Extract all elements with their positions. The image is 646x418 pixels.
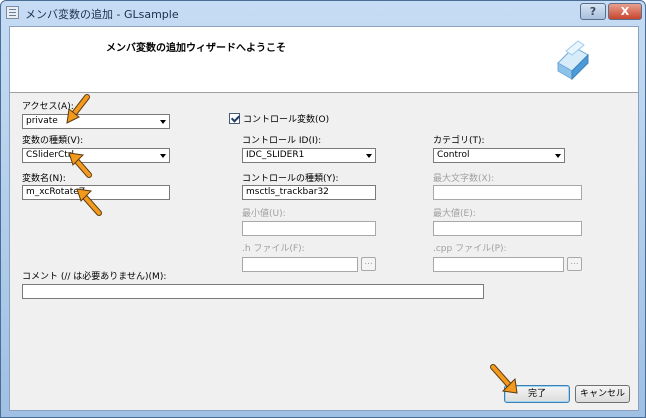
control-id-label: コントロール ID(I): (242, 136, 322, 146)
pointer-arrow-icon (66, 94, 90, 124)
app-icon (6, 6, 19, 19)
h-file-label: .h ファイル(F): (242, 244, 305, 254)
title-bar[interactable]: メンバ変数の追加 - GLsample ? X (1, 1, 645, 25)
cancel-button[interactable]: キャンセル (575, 385, 630, 403)
comment-input[interactable] (22, 284, 484, 299)
min-value-input[interactable] (242, 221, 376, 236)
category-value: Control (437, 150, 470, 160)
wizard-cube-icon (557, 40, 589, 81)
max-chars-label: 最大文字数(X): (433, 174, 495, 184)
control-var-checkbox[interactable] (229, 113, 240, 124)
control-type-input[interactable]: msctls_trackbar32 (242, 185, 376, 200)
cpp-file-label: .cpp ファイル(P): (433, 244, 507, 254)
cpp-file-input[interactable] (433, 257, 564, 272)
dialog-window: メンバ変数の追加 - GLsample ? X メンバ変数の追加ウィザードへよう… (0, 0, 646, 418)
access-value: private (26, 116, 58, 126)
control-id-combo[interactable]: IDC_SLIDER1 (242, 148, 376, 163)
close-button[interactable]: X (608, 3, 642, 20)
max-value-input[interactable] (433, 221, 582, 236)
h-file-input[interactable] (242, 257, 358, 272)
banner-title: メンバ変数の追加ウィザードへようこそ (106, 43, 286, 54)
var-type-label: 変数の種類(V): (22, 136, 84, 146)
cpp-file-browse-button[interactable]: ... (567, 257, 582, 271)
h-file-browse-button[interactable]: ... (361, 257, 376, 271)
pointer-arrow-icon (490, 364, 518, 394)
chevron-down-icon (555, 154, 561, 158)
chevron-down-icon (366, 154, 372, 158)
pointer-arrow-icon (76, 188, 102, 216)
wizard-banner: メンバ変数の追加ウィザードへようこそ (10, 27, 638, 93)
max-chars-input[interactable] (433, 185, 582, 200)
category-label: カテゴリ(T): (433, 136, 485, 146)
control-id-value: IDC_SLIDER1 (246, 150, 305, 160)
control-type-value: msctls_trackbar32 (246, 187, 329, 197)
max-value-label: 最大値(E): (433, 209, 476, 219)
chevron-down-icon (160, 120, 166, 124)
control-type-label: コントロールの種類(Y): (242, 174, 339, 184)
min-value-label: 最小値(U): (242, 209, 286, 219)
pointer-arrow-icon (68, 152, 92, 178)
var-name-label: 変数名(N): (22, 174, 66, 184)
chevron-down-icon (160, 154, 166, 158)
control-var-label[interactable]: コントロール変数(O) (243, 112, 329, 125)
category-combo[interactable]: Control (433, 148, 565, 163)
window-title: メンバ変数の追加 - GLsample (25, 8, 179, 21)
help-button[interactable]: ? (580, 3, 606, 20)
comment-label: コメント (// は必要ありません)(M): (22, 272, 167, 282)
